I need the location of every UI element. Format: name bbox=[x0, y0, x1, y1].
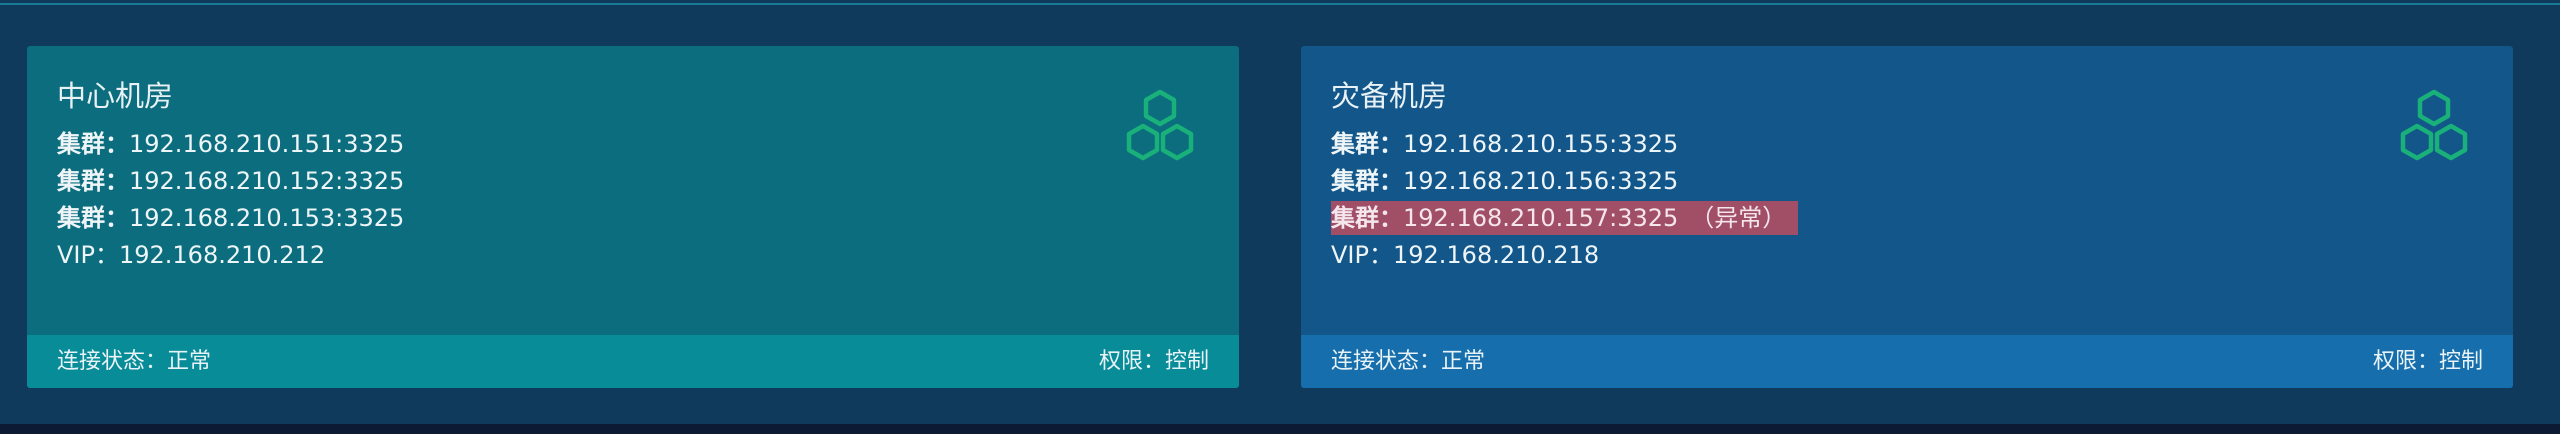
cluster-address: 192.168.210.157:3325 bbox=[1403, 203, 1679, 232]
bottom-strip bbox=[0, 424, 2560, 434]
connection-status: 连接状态：正常 bbox=[57, 349, 212, 374]
cluster-label: 集群： bbox=[57, 167, 129, 195]
cluster-address: 192.168.210.151:3325 bbox=[129, 130, 405, 158]
vip-row: VIP： 192.168.210.218 bbox=[1331, 237, 1798, 274]
cluster-row: 集群： 192.168.210.151:3325 bbox=[57, 126, 404, 163]
connection-status: 连接状态：正常 bbox=[1331, 349, 1486, 374]
cluster-list: 集群： 192.168.210.151:3325 集群： 192.168.210… bbox=[57, 126, 404, 274]
vip-label: VIP： bbox=[57, 241, 119, 269]
card-body: 中心机房 集群： 192.168.210.151:3325 集群： 192.16… bbox=[27, 46, 1239, 335]
card-body: 灾备机房 集群： 192.168.210.155:3325 集群： 192.16… bbox=[1301, 46, 2513, 335]
cluster-row: 集群： 192.168.210.156:3325 bbox=[1331, 163, 1798, 200]
card-footer: 连接状态：正常 权限：控制 bbox=[27, 335, 1239, 388]
cluster-hexagons-icon bbox=[1126, 89, 1194, 161]
abnormal-tag: （异常） bbox=[1690, 203, 1787, 232]
cluster-label: 集群： bbox=[1331, 167, 1403, 195]
vip-label: VIP： bbox=[1331, 241, 1393, 269]
vip-row: VIP： 192.168.210.212 bbox=[57, 237, 404, 274]
datacenter-panel: 中心机房 集群： 192.168.210.151:3325 集群： 192.16… bbox=[0, 0, 2560, 424]
cluster-row: 集群： 192.168.210.153:3325 bbox=[57, 200, 404, 237]
cluster-row: 集群： 192.168.210.155:3325 bbox=[1331, 126, 1798, 163]
card-title: 灾备机房 bbox=[1331, 79, 1448, 113]
cluster-address: 192.168.210.153:3325 bbox=[129, 204, 405, 232]
cluster-address: 192.168.210.152:3325 bbox=[129, 167, 405, 195]
cluster-label: 集群： bbox=[1331, 130, 1403, 158]
cluster-row: 集群： 192.168.210.152:3325 bbox=[57, 163, 404, 200]
cluster-label: 集群： bbox=[57, 204, 129, 232]
datacenter-card-central[interactable]: 中心机房 集群： 192.168.210.151:3325 集群： 192.16… bbox=[27, 46, 1239, 388]
cluster-row-abnormal: 集群： 192.168.210.157:3325 （异常） bbox=[1331, 201, 1799, 235]
cluster-address: 192.168.210.156:3325 bbox=[1403, 167, 1679, 195]
top-divider bbox=[0, 3, 2560, 5]
cluster-address: 192.168.210.155:3325 bbox=[1403, 130, 1679, 158]
cluster-hexagons-icon bbox=[2400, 89, 2468, 161]
cluster-label: 集群： bbox=[1331, 203, 1403, 232]
datacenter-card-backup[interactable]: 灾备机房 集群： 192.168.210.155:3325 集群： 192.16… bbox=[1301, 46, 2513, 388]
vip-address: 192.168.210.218 bbox=[1392, 241, 1600, 269]
permission-status: 权限：控制 bbox=[1098, 349, 1209, 374]
cluster-label: 集群： bbox=[57, 130, 129, 158]
vip-address: 192.168.210.212 bbox=[118, 241, 326, 269]
card-footer: 连接状态：正常 权限：控制 bbox=[1301, 335, 2513, 388]
card-title: 中心机房 bbox=[57, 79, 174, 113]
cluster-list: 集群： 192.168.210.155:3325 集群： 192.168.210… bbox=[1331, 126, 1799, 274]
permission-status: 权限：控制 bbox=[2372, 349, 2483, 374]
